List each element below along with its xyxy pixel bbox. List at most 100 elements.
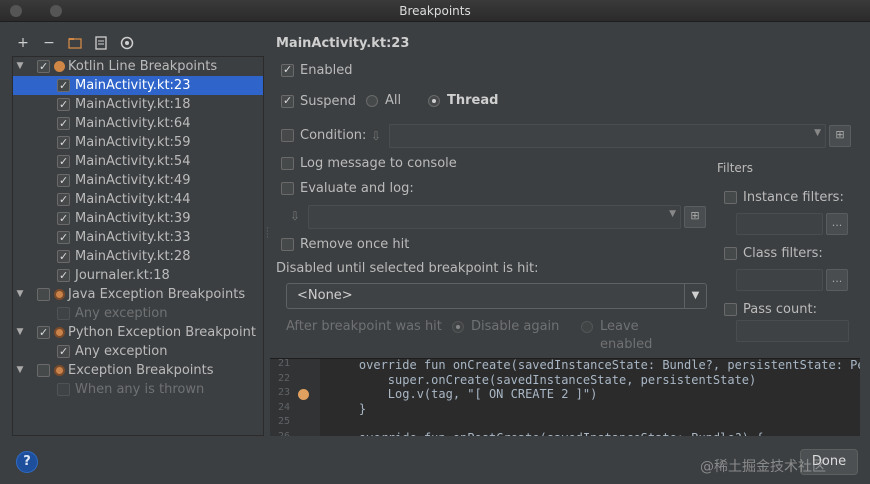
- disable-again-radio[interactable]: Disable again: [452, 318, 562, 336]
- tree-item-java[interactable]: ▼ Java Exception Breakpoints: [13, 285, 263, 304]
- tree-checkbox[interactable]: [57, 133, 70, 152]
- suspend-checkbox[interactable]: Suspend: [281, 92, 361, 111]
- tree-checkbox[interactable]: [57, 114, 70, 133]
- expand-arrow-icon[interactable]: ▼: [15, 361, 25, 380]
- remove-breakpoint-button[interactable]: −: [40, 34, 58, 52]
- instance-filters-browse-button[interactable]: ...: [826, 213, 848, 235]
- code-line: Log.v(tag, "[ ON CREATE 2 ]"): [330, 387, 598, 401]
- condition-input[interactable]: ▼: [389, 124, 826, 148]
- code-line: override fun onCreate(savedInstanceState…: [330, 358, 860, 372]
- tree-checkbox[interactable]: [57, 342, 70, 361]
- expand-arrow-icon[interactable]: ▼: [15, 285, 25, 304]
- splitter-handle[interactable]: · · · ·: [266, 225, 269, 243]
- condition-checkbox[interactable]: Condition:: [281, 127, 381, 145]
- tree-checkbox[interactable]: [57, 171, 70, 190]
- enabled-checkbox[interactable]: Enabled: [281, 61, 401, 80]
- exception-breakpoint-icon: [54, 327, 65, 338]
- evaluate-log-checkbox[interactable]: Evaluate and log:: [281, 180, 431, 198]
- tree-checkbox[interactable]: [57, 152, 70, 171]
- tree-item-k11[interactable]: Journaler.kt:18: [13, 266, 263, 285]
- breakpoint-dot-icon: [54, 61, 65, 72]
- condition-type-icon: ⇩: [371, 129, 382, 143]
- tree-item-label: Journaler.kt:18: [75, 268, 170, 283]
- tree-item-k2[interactable]: MainActivity.kt:18: [13, 95, 263, 114]
- tree-item-label: When any is thrown: [75, 382, 205, 397]
- tree-checkbox[interactable]: [57, 228, 70, 247]
- tree-checkbox[interactable]: [57, 383, 70, 396]
- add-breakpoint-button[interactable]: +: [14, 34, 32, 52]
- pass-count-checkbox[interactable]: Pass count:: [724, 301, 854, 319]
- tree-item-k1[interactable]: MainActivity.kt:23: [13, 76, 263, 95]
- group-by-package-button[interactable]: [92, 34, 110, 52]
- tree-checkbox[interactable]: [37, 323, 50, 342]
- chevron-down-icon: ▼: [814, 128, 821, 138]
- disabled-until-select[interactable]: <None> ▼: [286, 283, 707, 309]
- group-by-file-button[interactable]: [66, 34, 84, 52]
- class-filters-input[interactable]: [736, 269, 823, 291]
- tree-item-label: Any exception: [75, 306, 168, 321]
- tree-checkbox[interactable]: [57, 76, 70, 95]
- expand-arrow-icon[interactable]: ▼: [15, 323, 25, 342]
- class-filters-checkbox[interactable]: Class filters:: [724, 245, 854, 263]
- code-line: override fun onPostCreate(savedInstanceS…: [330, 431, 764, 437]
- breakpoint-marker-icon[interactable]: [298, 389, 309, 400]
- tree-checkbox[interactable]: [57, 307, 70, 320]
- breakpoints-tree[interactable]: ▼ Kotlin Line Breakpoints MainActivity.kt:…: [12, 56, 264, 436]
- tree-item-k6[interactable]: MainActivity.kt:49: [13, 171, 263, 190]
- title-bar: Breakpoints: [0, 0, 870, 22]
- group-by-class-button[interactable]: [118, 34, 136, 52]
- tree-item-k8[interactable]: MainActivity.kt:39: [13, 209, 263, 228]
- help-button[interactable]: ?: [16, 451, 38, 473]
- tree-checkbox[interactable]: [57, 266, 70, 285]
- instance-filters-checkbox[interactable]: Instance filters:: [724, 189, 854, 207]
- remove-once-hit-checkbox[interactable]: Remove once hit: [281, 236, 431, 254]
- after-hit-label: After breakpoint was hit: [286, 319, 442, 334]
- zoom-window-button[interactable]: [50, 5, 62, 17]
- tree-checkbox[interactable]: [57, 209, 70, 228]
- log-message-checkbox[interactable]: Log message to console: [281, 155, 481, 173]
- tree-item-label: MainActivity.kt:28: [75, 249, 191, 264]
- close-window-button[interactable]: [10, 5, 22, 17]
- line-number: 26: [277, 430, 290, 437]
- pass-count-input[interactable]: [736, 320, 849, 342]
- tree-item-k9[interactable]: MainActivity.kt:33: [13, 228, 263, 247]
- tree-item-k7[interactable]: MainActivity.kt:44: [13, 190, 263, 209]
- suspend-all-radio[interactable]: All: [366, 92, 416, 110]
- tree-item-e1[interactable]: When any is thrown: [13, 380, 263, 399]
- condition-expand-button[interactable]: ⊞: [829, 125, 851, 147]
- tree-item-python[interactable]: ▼ Python Exception Breakpoint: [13, 323, 263, 342]
- tree-checkbox[interactable]: [57, 190, 70, 209]
- tree-item-label: Any exception: [75, 344, 168, 359]
- tree-item-exc[interactable]: ▼ Exception Breakpoints: [13, 361, 263, 380]
- evaluate-expand-button[interactable]: ⊞: [684, 206, 706, 228]
- exception-breakpoint-icon: [54, 365, 65, 376]
- tree-checkbox[interactable]: [57, 247, 70, 266]
- suspend-thread-radio[interactable]: Thread: [428, 92, 508, 110]
- tree-item-k4[interactable]: MainActivity.kt:59: [13, 133, 263, 152]
- tree-item-label: MainActivity.kt:49: [75, 173, 191, 188]
- tree-item-kotlin[interactable]: ▼ Kotlin Line Breakpoints: [13, 57, 263, 76]
- tree-item-p1[interactable]: Any exception: [13, 342, 263, 361]
- tree-item-k3[interactable]: MainActivity.kt:64: [13, 114, 263, 133]
- leave-enabled-radio[interactable]: Leave enabled: [581, 318, 691, 352]
- question-icon: ?: [23, 454, 31, 469]
- tree-item-j1[interactable]: Any exception: [13, 304, 263, 323]
- expand-arrow-icon[interactable]: ▼: [15, 57, 25, 76]
- tree-checkbox[interactable]: [37, 364, 50, 377]
- tree-item-k5[interactable]: MainActivity.kt:54: [13, 152, 263, 171]
- tree-checkbox[interactable]: [37, 288, 50, 301]
- tree-checkbox[interactable]: [37, 57, 50, 76]
- tree-item-label: MainActivity.kt:59: [75, 135, 191, 150]
- tree-item-k10[interactable]: MainActivity.kt:28: [13, 247, 263, 266]
- class-icon: [120, 36, 134, 50]
- instance-filters-input[interactable]: [736, 213, 823, 235]
- code-preview: 21 override fun onCreate(savedInstanceSt…: [270, 358, 860, 436]
- breakpoint-title: MainActivity.kt:23: [276, 36, 410, 51]
- exception-breakpoint-icon: [54, 289, 65, 300]
- evaluate-type-icon: ⇩: [290, 209, 301, 223]
- class-filters-browse-button[interactable]: ...: [826, 269, 848, 291]
- evaluate-input[interactable]: ▼: [308, 205, 681, 229]
- file-icon: [95, 36, 107, 50]
- tree-toolbar: + −: [14, 33, 136, 53]
- tree-checkbox[interactable]: [57, 95, 70, 114]
